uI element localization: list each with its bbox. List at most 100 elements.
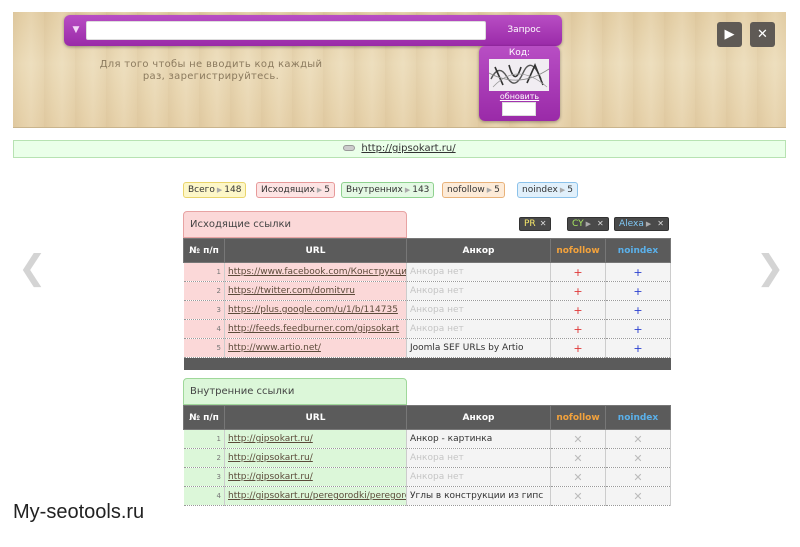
internal-links-table: № п/п URL Анкор nofollow noindex 1 http:… (183, 405, 671, 506)
table-row: 3 http://gipsokart.ru/ Анкора нет ✕ ✕ (183, 467, 671, 487)
stat-count: 5 (494, 185, 500, 195)
table-row: 5 http://www.artio.net/ Joomla SEF URLs … (183, 338, 671, 358)
plus-icon: + (605, 262, 671, 282)
filter-label: Alexa (619, 219, 644, 229)
col-number: № п/п (183, 405, 225, 430)
row-anchor: Анкора нет (406, 300, 551, 320)
chevron-right-icon[interactable]: ❯ (756, 248, 785, 288)
row-number: 4 (183, 486, 225, 506)
stat-label: Исходящих (261, 185, 315, 195)
row-url-link[interactable]: http://gipsokart.ru/ (228, 472, 313, 482)
close-button[interactable]: ✕ (750, 22, 775, 47)
stat-noindex[interactable]: noindex ▶ 5 (517, 182, 578, 198)
filter-label: PR (524, 219, 536, 229)
row-url-link[interactable]: http://www.artio.net/ (228, 343, 321, 353)
table-row: 4 http://gipsokart.ru/peregorodki/perego… (183, 486, 671, 506)
row-url-link[interactable]: http://gipsokart.ru/peregorodki/peregoro… (228, 491, 406, 501)
cross-icon: ✕ (605, 486, 671, 506)
col-anchor: Анкор (406, 405, 551, 430)
stat-internal[interactable]: Внутренних ▶ 143 (341, 182, 435, 198)
row-number: 1 (183, 429, 225, 449)
row-anchor: Углы в конструкции из гипс (406, 486, 551, 506)
row-number: 1 (183, 262, 225, 282)
col-url: URL (224, 238, 407, 263)
captcha-image (489, 59, 549, 91)
row-url-link[interactable]: https://plus.google.com/u/1/b/114735 (228, 305, 398, 315)
dropdown-icon[interactable]: ▼ (69, 24, 83, 36)
cross-icon: ✕ (550, 448, 606, 468)
table-row: 1 https://www.facebook.com/Конструкции А… (183, 262, 671, 282)
table-row: 1 http://gipsokart.ru/ Анкор - картинка … (183, 429, 671, 449)
cross-icon: ✕ (550, 467, 606, 487)
col-anchor: Анкор (406, 238, 551, 263)
col-nofollow: nofollow (550, 405, 606, 430)
row-number: 5 (183, 338, 225, 358)
stat-nofollow[interactable]: nofollow ▶ 5 (442, 182, 505, 198)
row-number: 2 (183, 448, 225, 468)
outgoing-links-table: № п/п URL Анкор nofollow noindex 1 https… (183, 238, 671, 370)
row-anchor: Анкора нет (406, 281, 551, 301)
stat-count: 148 (224, 185, 242, 195)
cross-icon: ✕ (605, 448, 671, 468)
chevron-left-icon[interactable]: ❮ (18, 248, 47, 288)
row-url-link[interactable]: http://gipsokart.ru/ (228, 434, 313, 444)
plus-icon: + (550, 300, 606, 320)
cross-icon: ✕ (605, 467, 671, 487)
stat-label: noindex (522, 185, 558, 195)
row-anchor: Анкора нет (406, 262, 551, 282)
play-icon: ▶ (724, 27, 735, 42)
table-row: 2 http://gipsokart.ru/ Анкора нет ✕ ✕ (183, 448, 671, 468)
row-number: 2 (183, 281, 225, 301)
stat-label: Всего (188, 185, 215, 195)
play-button[interactable]: ▶ (717, 22, 742, 47)
stat-outgoing[interactable]: Исходящих ▶ 5 (256, 182, 335, 198)
remove-icon: ✕ (657, 219, 664, 228)
internal-links-tab[interactable]: Внутренние ссылки (183, 378, 407, 405)
stat-count: 143 (412, 185, 430, 195)
filter-cy[interactable]: CY ▶ ✕ (567, 217, 609, 231)
row-anchor: Анкор - картинка (406, 429, 551, 449)
table-row: 4 http://feeds.feedburner.com/gipsokart … (183, 319, 671, 339)
table-footer (183, 357, 671, 370)
query-button[interactable]: Запрос (492, 20, 556, 41)
row-url-link[interactable]: http://feeds.feedburner.com/gipsokart (228, 324, 399, 334)
row-anchor: Анкора нет (406, 448, 551, 468)
col-noindex: noindex (605, 238, 671, 263)
cross-icon: ✕ (550, 429, 606, 449)
captcha-input[interactable] (502, 102, 536, 116)
cross-icon: ✕ (605, 429, 671, 449)
plus-icon: + (550, 262, 606, 282)
col-url: URL (224, 405, 407, 430)
watermark: My-seotools.ru (13, 501, 145, 523)
top-panel: ▼ Запрос Для того чтобы не вводить код к… (13, 12, 786, 128)
captcha-label: Код: (508, 48, 531, 58)
plus-icon: + (550, 281, 606, 301)
stat-count: 5 (324, 185, 330, 195)
row-anchor: Анкора нет (406, 467, 551, 487)
row-url-link[interactable]: https://www.facebook.com/Конструкции (228, 267, 406, 277)
row-number: 3 (183, 300, 225, 320)
remove-icon: ✕ (539, 219, 547, 228)
table-row: 3 https://plus.google.com/u/1/b/114735 А… (183, 300, 671, 320)
row-url-link[interactable]: https://twitter.com/domitvru (228, 286, 355, 296)
filter-pr[interactable]: PR ✕ (519, 217, 552, 231)
stat-total[interactable]: Всего ▶ 148 (183, 182, 247, 198)
outgoing-links-tab[interactable]: Исходящие ссылки (183, 211, 407, 238)
cross-icon: ✕ (550, 486, 606, 506)
stat-label: nofollow (447, 185, 485, 195)
filter-alexa[interactable]: Alexa ▶ ✕ (614, 217, 669, 231)
table-row: 2 https://twitter.com/domitvru Анкора не… (183, 281, 671, 301)
plus-icon: + (550, 338, 606, 358)
current-url-link[interactable]: http://gipsokart.ru/ (361, 143, 455, 154)
row-anchor: Joomla SEF URLs by Artio (406, 338, 551, 358)
search-input[interactable] (86, 21, 486, 40)
col-nofollow: nofollow (550, 238, 606, 263)
stat-count: 5 (567, 185, 573, 195)
row-number: 3 (183, 467, 225, 487)
search-bar: ▼ Запрос (64, 15, 562, 46)
row-url-link[interactable]: http://gipsokart.ru/ (228, 453, 313, 463)
plus-icon: + (605, 300, 671, 320)
captcha-refresh-link[interactable]: обновить (479, 92, 560, 101)
link-icon (343, 145, 356, 151)
current-url-bar: http://gipsokart.ru/ (13, 140, 786, 158)
